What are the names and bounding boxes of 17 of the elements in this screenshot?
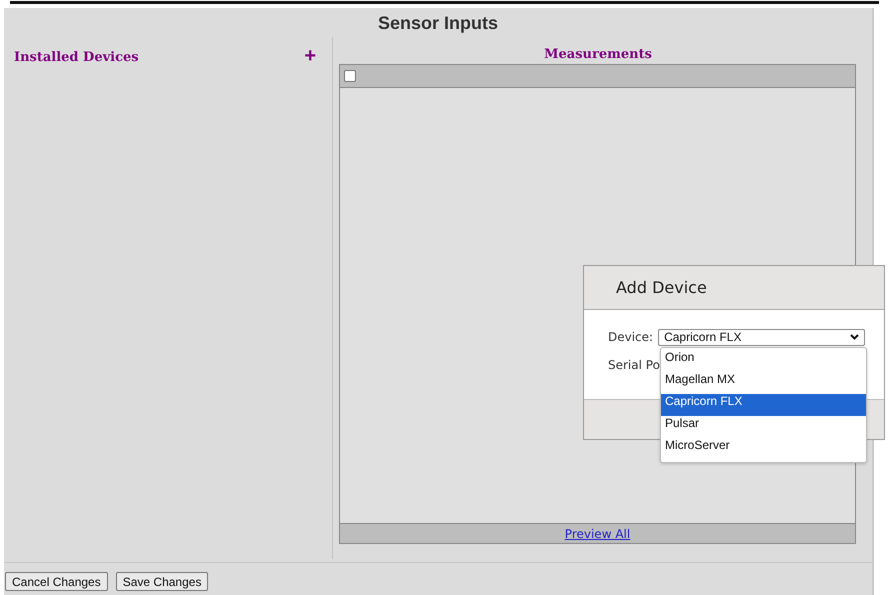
action-button[interactable]: Save Changes — [116, 572, 208, 591]
section-heading: Measurements — [544, 47, 652, 62]
device-select[interactable]: Capricorn FLX — [658, 328, 866, 346]
field-label: Device: — [608, 330, 654, 344]
dropdown-option[interactable]: MicroServer — [661, 438, 866, 460]
dropdown-option[interactable]: Capricorn FLX — [661, 394, 866, 416]
dropdown-option[interactable]: Magellan MX — [661, 372, 866, 394]
field-label: Serial Po — [608, 358, 660, 372]
action-button[interactable]: Cancel Changes — [5, 572, 108, 591]
select-all-checkbox[interactable] — [344, 70, 356, 82]
preview-all-link[interactable]: Preview All — [564, 526, 630, 540]
dialog-title: Add Device — [616, 278, 707, 297]
dropdown-option[interactable]: Orion — [661, 350, 866, 372]
chevron-icon — [850, 334, 860, 340]
add-device-button[interactable]: + — [304, 49, 316, 63]
page-title: Sensor Inputs — [378, 12, 498, 35]
section-heading: Installed Devices — [14, 50, 139, 65]
